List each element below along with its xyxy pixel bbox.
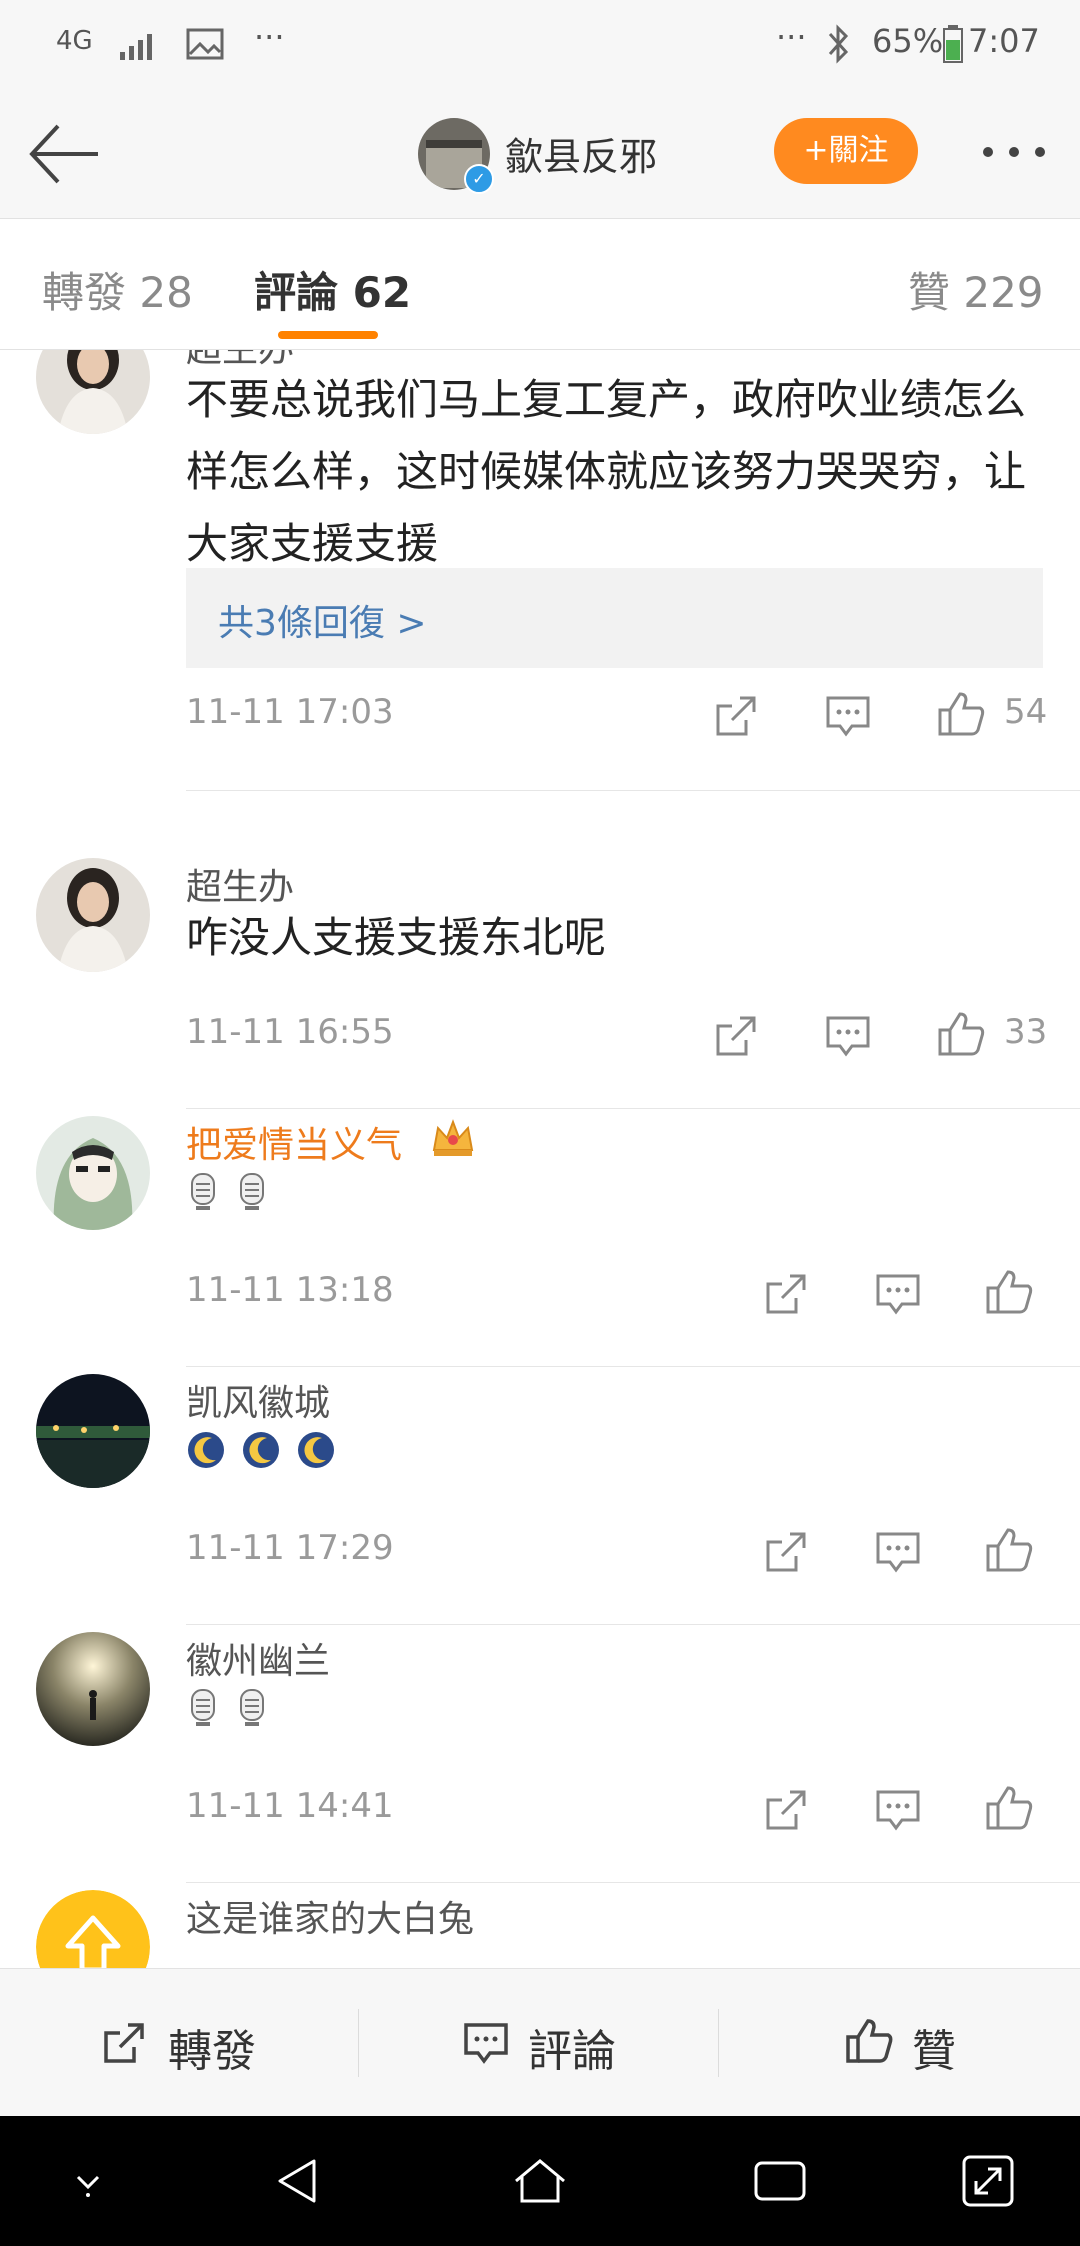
reply-icon[interactable] xyxy=(822,1010,874,1062)
like-count: 33 xyxy=(1004,1012,1048,1052)
comment-time: 11-11 14:41 xyxy=(186,1786,394,1826)
microphone-emoji xyxy=(191,1173,215,1210)
comment-list: 超生办 不要总说我们马上复工复产，政府吹业绩怎么样怎么样，这时候媒体就应该努力哭… xyxy=(0,350,1080,1968)
comment-text: 不要总说我们马上复工复产，政府吹业绩怎么样怎么样，这时候媒体就应该努力哭哭穷，让… xyxy=(186,375,1027,568)
user-avatar[interactable] xyxy=(36,1374,150,1488)
account-name[interactable]: 歙县反邪 xyxy=(505,126,657,181)
recent-apps-icon[interactable] xyxy=(750,2151,810,2211)
comment-time: 11-11 13:18 xyxy=(186,1270,394,1310)
repost-icon[interactable] xyxy=(760,1268,812,1320)
comment-time: 11-11 17:29 xyxy=(186,1528,394,1568)
like-count: 54 xyxy=(1004,692,1048,732)
back-nav-icon[interactable] xyxy=(270,2151,330,2211)
comment-button[interactable]: 評論 xyxy=(360,1969,720,2117)
tab-comment[interactable]: 評論 62 xyxy=(254,259,411,320)
divider xyxy=(186,1624,1080,1625)
comment-author[interactable]: 徽州幽兰 xyxy=(186,1632,330,1684)
divider xyxy=(186,1366,1080,1367)
clock: 7:07 xyxy=(968,22,1040,60)
comment-author[interactable]: 这是谁家的大白兔 xyxy=(186,1890,474,1942)
repost-label: 轉發 xyxy=(168,2026,256,2077)
back-arrow-icon[interactable] xyxy=(24,114,104,194)
like-thumb-icon[interactable] xyxy=(984,1266,1036,1318)
divider xyxy=(186,790,1080,791)
gallery-icon xyxy=(186,28,224,60)
reply-icon[interactable] xyxy=(822,690,874,742)
comment-text xyxy=(186,1688,279,1732)
reply-icon[interactable] xyxy=(872,1268,924,1320)
like-button[interactable]: 贊 xyxy=(720,1969,1080,2117)
signal-icon xyxy=(120,34,152,60)
user-avatar[interactable] xyxy=(36,1890,150,1968)
like-thumb-icon[interactable] xyxy=(984,1782,1036,1834)
like-thumb-icon[interactable] xyxy=(936,688,988,740)
repost-icon[interactable] xyxy=(760,1526,812,1578)
tab-repost[interactable]: 轉發 28 xyxy=(42,259,193,320)
battery-icon xyxy=(943,25,963,63)
comment-text: 咋没人支援支援东北呢 xyxy=(186,913,607,962)
like-label: 贊 xyxy=(912,2026,956,2077)
repost-icon[interactable] xyxy=(760,1784,812,1836)
moon-emoji xyxy=(243,1432,280,1468)
repost-icon[interactable] xyxy=(710,1010,762,1062)
comment-label: 評論 xyxy=(528,2026,616,2077)
overflow-notifications: ··· xyxy=(254,18,285,56)
user-avatar[interactable] xyxy=(36,1632,150,1746)
repost-icon[interactable] xyxy=(710,690,762,742)
microphone-emoji xyxy=(240,1173,265,1210)
home-nav-icon[interactable] xyxy=(510,2151,570,2211)
microphone-emoji xyxy=(240,1689,265,1726)
moon-emoji xyxy=(188,1432,224,1468)
moon-emoji xyxy=(298,1432,335,1468)
verified-badge-icon: ✓ xyxy=(464,164,494,194)
comment-icon xyxy=(464,2023,508,2064)
comment-time: 11-11 17:03 xyxy=(186,692,394,732)
user-avatar[interactable] xyxy=(36,1116,150,1230)
repost-button[interactable]: 轉發 xyxy=(0,1969,360,2117)
bottom-action-bar: 轉發 評論 贊 xyxy=(0,1968,1080,2117)
active-tab-indicator xyxy=(278,331,378,339)
reply-icon[interactable] xyxy=(872,1784,924,1836)
expand-icon[interactable] xyxy=(958,2151,1018,2211)
divider xyxy=(358,2009,359,2077)
follow-button[interactable]: +關注 xyxy=(774,118,918,184)
repost-icon xyxy=(104,2023,144,2063)
user-avatar[interactable] xyxy=(36,350,150,434)
overflow-status: ··· xyxy=(776,18,807,56)
like-thumb-icon[interactable] xyxy=(984,1524,1036,1576)
user-avatar[interactable] xyxy=(36,858,150,972)
comment-time: 11-11 16:55 xyxy=(186,1012,394,1052)
battery-percent: 65% xyxy=(872,22,944,60)
divider xyxy=(186,1108,1080,1109)
system-nav-bar xyxy=(0,2116,1080,2246)
more-options-icon[interactable] xyxy=(978,130,1050,174)
view-replies-link[interactable]: 共3條回復 > xyxy=(218,594,427,646)
hide-keyboard-icon[interactable] xyxy=(58,2151,118,2211)
comment-author[interactable]: 凯风徽城 xyxy=(186,1374,330,1426)
comment-author[interactable]: 把爱情当义气 xyxy=(186,1116,402,1168)
reply-icon[interactable] xyxy=(872,1526,924,1578)
replies-box[interactable]: 共3條回復 > xyxy=(186,568,1043,668)
status-bar: 4G ··· ··· 65% 7:07 xyxy=(0,0,1080,90)
microphone-emoji xyxy=(191,1689,215,1726)
vip-crown-icon xyxy=(432,1119,474,1156)
divider xyxy=(186,1882,1080,1883)
tab-like[interactable]: 贊 229 xyxy=(908,259,1044,320)
divider xyxy=(718,2009,719,2077)
comment-text xyxy=(186,1430,346,1474)
interaction-tabs: 轉發 28 評論 62 贊 229 xyxy=(0,219,1080,350)
bluetooth-icon xyxy=(828,24,849,64)
like-thumb-icon[interactable] xyxy=(936,1008,988,1060)
like-thumb-icon xyxy=(846,2019,893,2063)
top-nav-bar: ✓ 歙县反邪 +關注 xyxy=(0,90,1080,219)
network-type: 4G xyxy=(56,26,93,56)
comment-text xyxy=(186,1172,279,1216)
